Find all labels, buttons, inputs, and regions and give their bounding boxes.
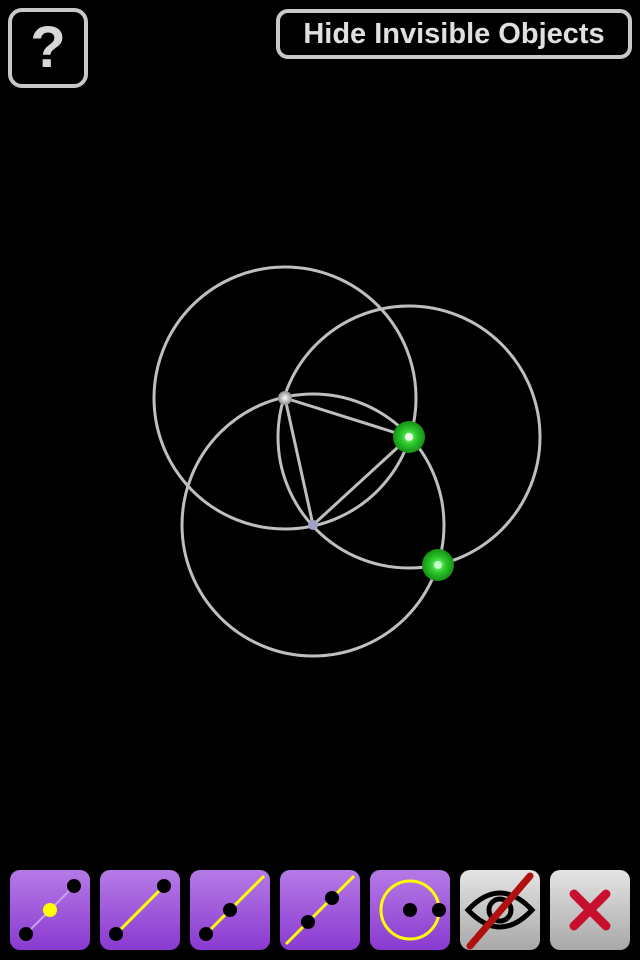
segment-tool[interactable]: [100, 870, 180, 950]
eye-slash-icon: [464, 872, 536, 950]
circle-icon: [379, 879, 446, 941]
point-bottom[interactable]: [308, 520, 318, 530]
delete-tool[interactable]: [550, 870, 630, 950]
point-on-segment-tool[interactable]: [10, 870, 90, 950]
line-tool[interactable]: [280, 870, 360, 950]
point-top[interactable]: [278, 391, 292, 405]
segment-icon: [109, 879, 171, 941]
ray-tool[interactable]: [190, 870, 270, 950]
point-on-line-icon: [19, 879, 81, 941]
hide-object-tool[interactable]: [460, 870, 540, 950]
tool-bar: [0, 868, 640, 952]
ray-icon: [199, 874, 266, 941]
circle-tool[interactable]: [370, 870, 450, 950]
line-icon: [284, 874, 356, 946]
highlight-point-right-center: [405, 433, 413, 441]
highlight-point-lower-center: [434, 561, 442, 569]
segment-right-to-bottom: [311, 435, 411, 527]
delete-x-icon: [569, 889, 611, 931]
construction-canvas[interactable]: [0, 0, 640, 960]
